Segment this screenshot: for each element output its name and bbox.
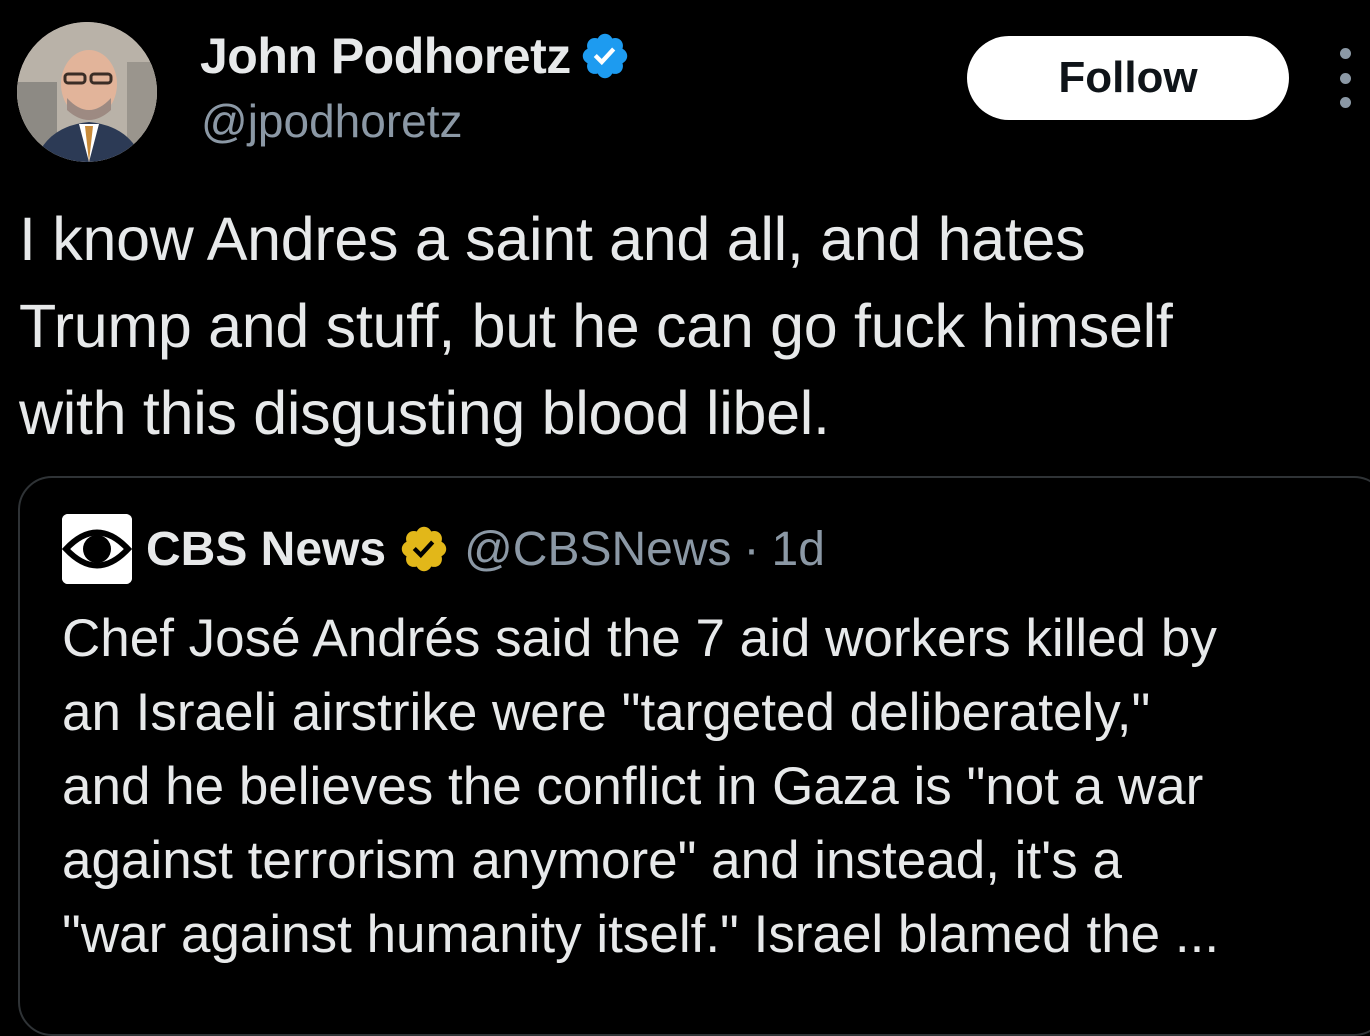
verified-check-icon <box>579 30 631 82</box>
author-name-row: John Podhoretz <box>200 24 631 88</box>
author-handle[interactable]: @jpodhoretz <box>201 94 463 148</box>
quoted-author-name[interactable]: CBS News <box>146 522 386 577</box>
author-avatar[interactable] <box>17 22 157 162</box>
cbs-eye-logo[interactable] <box>61 514 133 584</box>
quoted-timestamp[interactable]: 1d <box>772 522 825 577</box>
separator-dot: · <box>743 522 760 576</box>
tweet-text: I know Andres a saint and all, and hates… <box>19 205 1173 447</box>
tweet-header: John Podhoretz @jpodhoretz Follow <box>0 0 1370 180</box>
quoted-author-handle[interactable]: @CBSNews <box>464 522 731 577</box>
avatar-photo <box>17 22 157 162</box>
author-name[interactable]: John Podhoretz <box>200 27 571 85</box>
quoted-tweet-card[interactable]: CBS News @CBSNews · 1d Chef José Andrés … <box>18 476 1370 1036</box>
more-dot <box>1339 72 1351 84</box>
more-dot <box>1339 97 1351 108</box>
quoted-tweet-header: CBS News @CBSNews · 1d <box>61 514 825 584</box>
quoted-tweet-text: Chef José Andrés said the 7 aid workers … <box>62 609 1220 964</box>
more-dot <box>1339 48 1351 59</box>
follow-button[interactable]: Follow <box>967 36 1289 120</box>
gold-verified-icon <box>398 523 450 575</box>
more-dots-icon[interactable] <box>1330 48 1360 108</box>
